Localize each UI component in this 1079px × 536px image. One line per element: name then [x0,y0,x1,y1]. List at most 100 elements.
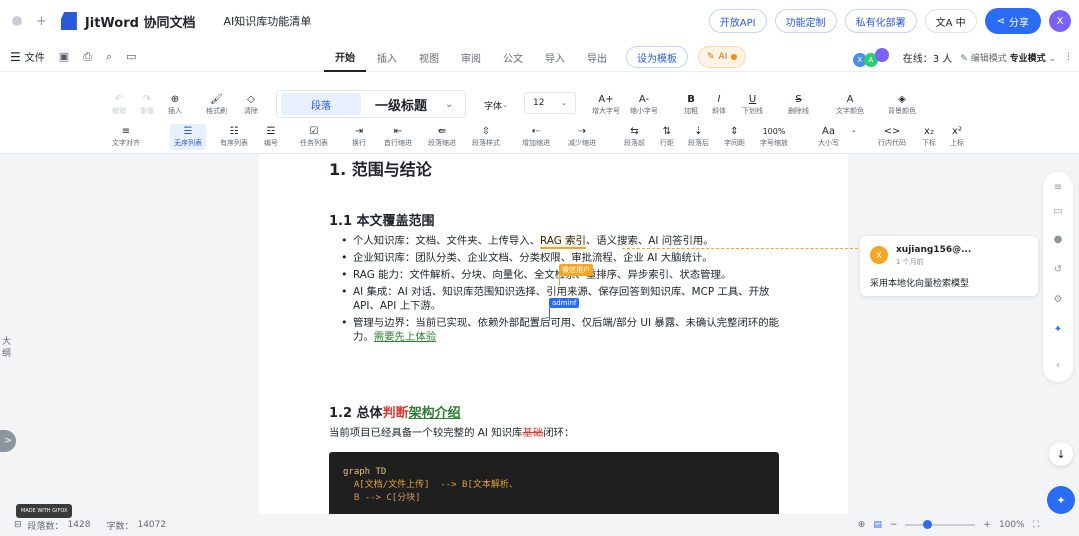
comment-icon[interactable]: ▭ [1043,206,1073,217]
outline-toggle-button[interactable]: > [0,430,16,452]
language-switch[interactable]: 文A 中 [924,9,977,33]
ai-label: AI [718,52,728,62]
heading-1: 1. 范围与结论 [329,160,432,179]
zoom-slider[interactable] [905,520,976,529]
increase-font-button[interactable]: A+ 增大字号 [592,94,620,116]
style-paragraph[interactable]: 段落 [281,93,361,115]
font-scale-button[interactable]: 100% 字号缩放 [760,126,788,148]
more-icon[interactable]: ⋮ [1064,52,1073,62]
custom-feature-button[interactable]: 功能定制 [774,9,837,33]
redo-button[interactable]: ↷ 重做 [140,94,154,116]
word-count: 14072 [137,520,167,530]
collaborator-avatar[interactable] [874,47,889,62]
space-before-button[interactable]: ⇆ 段落前 [624,126,645,148]
bold-button[interactable]: B 加粗 [684,94,698,116]
comment-card[interactable]: X xujiang156@... 1 个月前 采用本地化向量检索模型 [860,236,1038,296]
tab-import[interactable]: 导入 [534,42,576,72]
tab-insert[interactable]: 插入 [366,42,408,72]
ordered-list-button[interactable]: ☷ 有序列表 [220,126,248,148]
increase-indent-button[interactable]: ⇠ 增加缩进 [522,126,550,148]
file-menu[interactable]: 文件 [25,49,45,64]
set-template-button[interactable]: 设为模板 [626,46,688,68]
save-icon[interactable]: ▣ [59,50,69,63]
private-deploy-button[interactable]: 私有化部署 [844,9,917,33]
code-block[interactable]: graph TD A[文档/文件上传] --> B[文本解析、 B --> C[… [329,452,779,514]
list-icon[interactable]: ≡ [1043,182,1073,193]
bullet-list-button[interactable]: ☰ 无序列表 [170,124,206,150]
clear-format-button[interactable]: ◇ 清除 [244,94,258,116]
new-tab-icon[interactable]: + [36,14,47,29]
strikethrough-button[interactable]: S 删除线 [788,94,809,116]
ai-assistant-button[interactable]: ✦ [1047,486,1075,514]
numbering-button[interactable]: ☲ 编号 [264,126,278,148]
paragraph-indent-button[interactable]: ⇚ 段落缩进 [428,126,456,148]
zoom-slider-knob[interactable] [923,520,933,529]
tab-view[interactable]: 视图 [408,42,450,72]
page-view-icon[interactable]: ▤ [873,520,882,530]
edit-mode-select[interactable]: ✎ 编辑模式 专业模式 ⌄ [960,51,1056,64]
menu-right: XA 在线：3 人 ✎ 编辑模式 专业模式 ⌄ ⋮ [852,42,1073,72]
inline-link[interactable]: 需要先上体验 [374,331,436,343]
task-list-button[interactable]: ☑ 任务列表 [300,126,328,148]
background-color-button[interactable]: ◈ 背景颜色 [888,94,916,116]
menu-icon[interactable]: ☰ [10,50,21,64]
letter-case-button[interactable]: Aa 大小写 [818,126,839,148]
ai-button[interactable]: ✎ AI [698,46,747,68]
share-button[interactable]: ⋖ 分享 [984,8,1041,34]
chevron-down-icon[interactable]: ⌄ [445,99,453,110]
document-page[interactable]: 1. 范围与结论 1.1 本文覆盖范围 个人知识库：文档、文件夹、上传导入、RA… [259,154,848,514]
font-family-select[interactable]: 字体 ⌄ [484,94,508,116]
collapse-icon[interactable]: ‹ [1043,360,1073,371]
info-icon[interactable]: ● [1043,234,1073,245]
font-size-select[interactable]: 12 ⌄ [524,92,576,114]
print-icon[interactable]: ⎙ [83,50,92,64]
font-size-value: 12 [533,98,545,108]
text-align-button[interactable]: ≡ 文字对齐 [112,126,140,148]
outline-tab[interactable]: 大纲 [2,336,12,360]
line-break-button[interactable]: ⇥ 换行 [352,126,366,148]
line-spacing-button[interactable]: ⇅ 行距 [660,126,674,148]
divider-button[interactable]: - [852,126,856,138]
user-avatar[interactable]: X [1049,10,1071,32]
decrease-font-button[interactable]: A- 缩小字号 [630,94,658,116]
increase-font-label: 增大字号 [592,107,620,115]
tab-export[interactable]: 导出 [576,42,618,72]
letter-spacing-button[interactable]: ⇕ 字间距 [724,126,745,148]
zoom-value: 100% [998,520,1025,530]
subscript-button[interactable]: x₂ 下标 [922,126,936,148]
tab-official[interactable]: 公文 [492,42,534,72]
comment-author: xujiang156@... [896,245,972,255]
globe-icon[interactable]: ⊕ [858,520,866,530]
undo-button[interactable]: ↶ 撤销 [112,94,126,116]
bold-label: 加粗 [684,107,698,115]
italic-button[interactable]: I 斜体 [712,94,726,116]
open-api-button[interactable]: 开放API [708,9,767,33]
window-dot [12,16,22,26]
text-color-button[interactable]: A 文字颜色 [836,94,864,116]
paragraph-style-picker[interactable]: 段落 一级标题 ⌄ [276,90,466,118]
search-icon[interactable]: ⌕ [106,50,112,64]
zoom-out-icon[interactable]: − [890,520,898,530]
fullscreen-icon[interactable]: ⛶ [1033,520,1039,530]
comment-highlight[interactable]: RAG 索引 [540,235,586,249]
history-icon[interactable]: ↺ [1043,264,1073,275]
preview-icon[interactable]: ▭ [126,50,136,63]
underline-button[interactable]: U 下划线 [742,94,763,116]
tab-review[interactable]: 审阅 [450,42,492,72]
space-after-button[interactable]: ⇣ 段落后 [688,126,709,148]
insert-button[interactable]: ⊕ 插入 [168,94,182,116]
zoom-in-icon[interactable]: + [983,520,991,530]
gear-icon[interactable]: ⚙ [1043,294,1073,305]
magic-wand-icon[interactable]: ✦ [1043,324,1073,335]
format-painter-button[interactable]: 🖌 格式刷 [206,94,227,116]
background-color-label: 背景颜色 [888,107,916,115]
decrease-indent-button[interactable]: ⇢ 减少缩进 [568,126,596,148]
inline-code-button[interactable]: <> 行内代码 [878,126,906,148]
paragraph-style-button[interactable]: ⇳ 段落样式 [472,126,500,148]
tab-start[interactable]: 开始 [324,42,366,72]
style-heading-1[interactable]: 一级标题 [375,95,427,114]
first-line-indent-button[interactable]: ⇤ 首行缩进 [384,126,412,148]
superscript-button[interactable]: x² 上标 [950,126,964,148]
document-title[interactable]: AI知识库功能清单 [223,13,311,29]
scroll-down-button[interactable]: ↓ [1049,442,1073,466]
